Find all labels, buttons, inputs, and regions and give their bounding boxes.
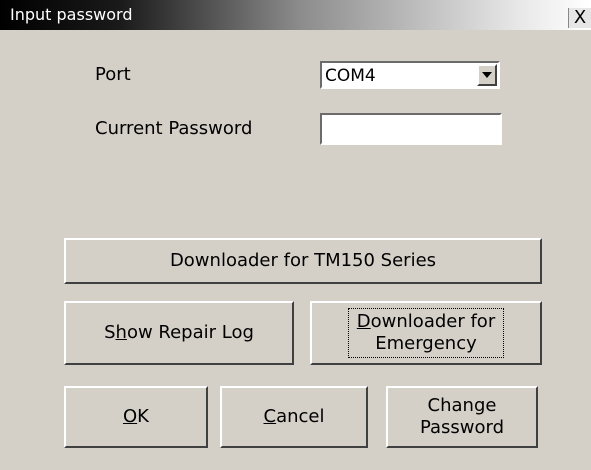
downloader-emergency-label: Downloader for Emergency <box>347 308 505 358</box>
cancel-label: Cancel <box>263 406 325 427</box>
downloader-emergency-button[interactable]: Downloader for Emergency <box>310 301 542 365</box>
port-select[interactable]: COM4 <box>320 61 500 89</box>
downloader-tm150-label: Downloader for TM150 Series <box>169 250 437 271</box>
port-label: Port <box>95 64 131 85</box>
current-password-label: Current Password <box>95 118 253 139</box>
ok-button[interactable]: OK <box>64 386 208 448</box>
input-password-dialog: Input password X Port COM4 Current Passw… <box>0 0 591 470</box>
port-selected-value: COM4 <box>325 66 376 86</box>
window-title: Input password <box>10 5 133 24</box>
downloader-tm150-button[interactable]: Downloader for TM150 Series <box>64 238 542 284</box>
close-icon[interactable]: X <box>568 8 591 28</box>
change-password-button[interactable]: Change Password <box>386 386 538 448</box>
show-repair-log-label: Show Repair Log <box>104 322 254 343</box>
ok-label: OK <box>123 406 149 427</box>
cancel-button[interactable]: Cancel <box>220 386 368 448</box>
current-password-field[interactable] <box>320 113 502 145</box>
change-password-label: Change Password <box>419 395 505 438</box>
chevron-down-icon[interactable] <box>477 64 497 86</box>
show-repair-log-button[interactable]: Show Repair Log <box>64 301 294 365</box>
title-bar[interactable]: Input password X <box>0 0 591 30</box>
